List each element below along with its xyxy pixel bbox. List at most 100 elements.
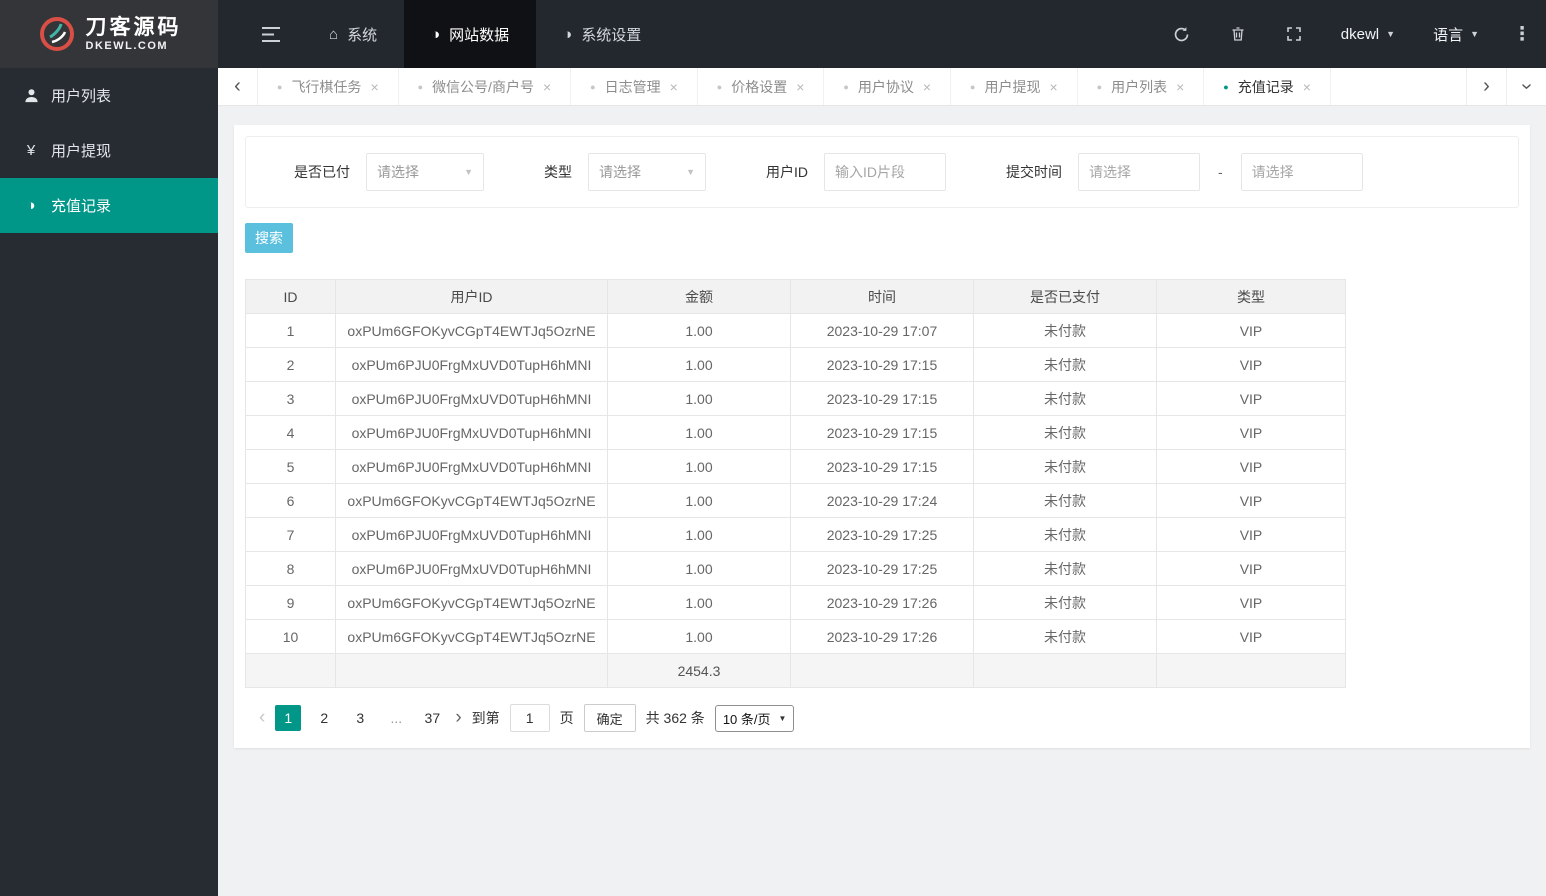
confirm-button[interactable]: 确定 — [583, 704, 636, 732]
table-cell: 未付款 — [973, 619, 1157, 654]
sidebar-item-2[interactable]: ◑ 充值记录 — [0, 178, 218, 233]
sidebar: 用户列表 ¥ 用户提现 ◑ 充值记录 — [0, 68, 218, 896]
tab-scroll-right-icon[interactable]: › — [1466, 68, 1506, 105]
close-icon[interactable]: × — [796, 79, 804, 95]
goto-page-input[interactable] — [509, 704, 550, 732]
table-cell: 1.00 — [607, 551, 791, 586]
tab-label: 价格设置 — [731, 78, 788, 95]
tab-label: 充值记录 — [1237, 78, 1294, 95]
menu-toggle-icon[interactable] — [240, 0, 302, 68]
yen-icon: ¥ — [26, 142, 36, 159]
table-cell: 未付款 — [973, 415, 1157, 450]
table-cell: oxPUm6GFOKyvCGpT4EWTJq5OzrNE — [335, 585, 608, 620]
sidebar-item-1[interactable]: ¥ 用户提现 — [0, 123, 218, 178]
paid-filter-label: 是否已付 — [294, 164, 350, 180]
table-cell: 1.00 — [607, 347, 791, 382]
language-dropdown[interactable]: 语言 ▼ — [1414, 0, 1498, 68]
close-icon[interactable]: × — [370, 79, 378, 95]
tab-0[interactable]: ● 飞行棋任务 × — [258, 68, 399, 105]
tab-dot-icon: ● — [1096, 81, 1103, 92]
main-content: 是否已付 请选择 ▼ 类型 请选择 ▼ 用户ID 提交时间 - — [218, 106, 1546, 896]
content-card: 是否已付 请选择 ▼ 类型 请选择 ▼ 用户ID 提交时间 - — [234, 125, 1530, 748]
sidebar-item-0[interactable]: 用户列表 — [0, 68, 218, 123]
topnav-items: ⌂ 系统 ◑ 网站数据 ◑ 系统设置 — [302, 0, 668, 68]
trash-icon[interactable] — [1210, 0, 1266, 68]
table-header-row: ID 用户ID 金额 时间 是否已支付 类型 — [245, 279, 1346, 314]
table-row: 3 oxPUm6PJU0FrgMxUVD0TupH6hMNI 1.00 2023-10… — [245, 381, 1346, 416]
table-cell: 未付款 — [973, 483, 1157, 518]
table-cell: 未付款 — [973, 449, 1157, 484]
topnav-item-2[interactable]: ◑ 系统设置 — [536, 0, 668, 68]
type-filter-select[interactable]: 请选择 ▼ — [588, 153, 706, 191]
sidebar-menu: 用户列表 ¥ 用户提现 ◑ 充值记录 — [0, 68, 218, 233]
refresh-icon[interactable] — [1154, 0, 1210, 68]
close-icon[interactable]: × — [1049, 79, 1057, 95]
chevron-down-icon: ▼ — [686, 167, 695, 177]
table-cell: 1.00 — [607, 381, 791, 416]
userid-input[interactable] — [824, 153, 946, 191]
tab-2[interactable]: ● 日志管理 × — [571, 68, 698, 105]
topnav-item-0[interactable]: ⌂ 系统 — [302, 0, 404, 68]
close-icon[interactable]: × — [543, 79, 551, 95]
tab-list: ● 飞行棋任务 × ● 微信公号/商户号 × ● 日志管理 × ● 价格设置 × ● 用户协议 × ● 用户提现… — [258, 68, 1466, 105]
time-from-input[interactable] — [1078, 153, 1200, 191]
table-cell: 未付款 — [973, 347, 1157, 382]
tab-5[interactable]: ● 用户提现 × — [951, 68, 1078, 105]
brand-subtitle: DKEWL.COM — [85, 39, 169, 52]
close-icon[interactable]: × — [670, 79, 678, 95]
sidebar-item-label: 充值记录 — [51, 198, 112, 215]
page-ellipsis: ... — [390, 710, 403, 726]
table-cell: 6 — [245, 483, 336, 518]
table-cell: VIP — [1156, 517, 1346, 552]
more-menu-icon[interactable]: ⋮ — [1498, 0, 1546, 68]
table-cell: 2023-10-29 17:15 — [790, 381, 974, 416]
tab-scroll-left-icon[interactable]: ‹ — [218, 68, 258, 105]
username: dkewl — [1340, 25, 1380, 43]
tab-3[interactable]: ● 价格设置 × — [698, 68, 825, 105]
table-row: 1 oxPUm6GFOKyvCGpT4EWTJq5OzrNE 1.00 2023-10… — [245, 313, 1346, 348]
paid-filter-value: 请选择 — [377, 164, 419, 180]
chevron-down-icon: ▼ — [464, 167, 473, 177]
table-row: 9 oxPUm6GFOKyvCGpT4EWTJq5OzrNE 1.00 2023-10… — [245, 585, 1346, 620]
table-cell: 2 — [245, 347, 336, 382]
page-button-1[interactable]: 1 — [275, 705, 302, 731]
page-button-3[interactable]: 3 — [347, 705, 373, 731]
tab-4[interactable]: ● 用户协议 × — [824, 68, 952, 105]
paid-filter-select[interactable]: 请选择 ▼ — [366, 153, 484, 191]
total-amount: 2454.3 — [607, 653, 791, 688]
data-icon: ◑ — [431, 25, 441, 43]
close-icon[interactable]: × — [1176, 79, 1184, 95]
total-cell — [335, 653, 608, 688]
table-cell: 2023-10-29 17:07 — [790, 313, 974, 348]
page-button-2[interactable]: 2 — [311, 705, 337, 731]
table-cell: 1.00 — [607, 585, 791, 620]
page-button-37[interactable]: 37 — [419, 705, 445, 731]
tab-7[interactable]: ● 充值记录 × — [1204, 68, 1331, 105]
table-cell: oxPUm6PJU0FrgMxUVD0TupH6hMNI — [335, 347, 608, 382]
table-cell: 5 — [245, 449, 336, 484]
tab-dropdown-icon[interactable]: › — [1506, 68, 1546, 105]
userid-filter: 用户ID — [766, 153, 946, 191]
table-cell: VIP — [1156, 483, 1346, 518]
type-filter-value: 请选择 — [599, 164, 641, 180]
tab-1[interactable]: ● 微信公号/商户号 × — [399, 68, 572, 105]
next-page-icon[interactable]: › — [455, 705, 461, 731]
page-size-value: 10 条/页 — [722, 711, 771, 727]
topnav-item-1[interactable]: ◑ 网站数据 — [404, 0, 537, 68]
table-cell: 未付款 — [973, 381, 1157, 416]
time-to-input[interactable] — [1240, 153, 1363, 191]
close-icon[interactable]: × — [1303, 79, 1311, 95]
chevron-down-icon: ▼ — [778, 713, 787, 723]
fullscreen-icon[interactable] — [1266, 0, 1322, 68]
close-icon[interactable]: × — [923, 79, 931, 95]
total-count-label: 共 362 条 — [645, 710, 705, 726]
table-cell: VIP — [1156, 449, 1346, 484]
page-size-select[interactable]: 10 条/页 ▼ — [714, 704, 795, 732]
chevron-down-icon: ▼ — [1470, 29, 1479, 39]
total-cell — [245, 653, 336, 688]
prev-page-icon[interactable]: ‹ — [259, 705, 265, 731]
search-button[interactable]: 搜索 — [245, 223, 293, 253]
table-cell: oxPUm6GFOKyvCGpT4EWTJq5OzrNE — [335, 313, 608, 348]
tab-6[interactable]: ● 用户列表 × — [1078, 68, 1205, 105]
user-dropdown[interactable]: dkewl ▼ — [1322, 0, 1414, 68]
